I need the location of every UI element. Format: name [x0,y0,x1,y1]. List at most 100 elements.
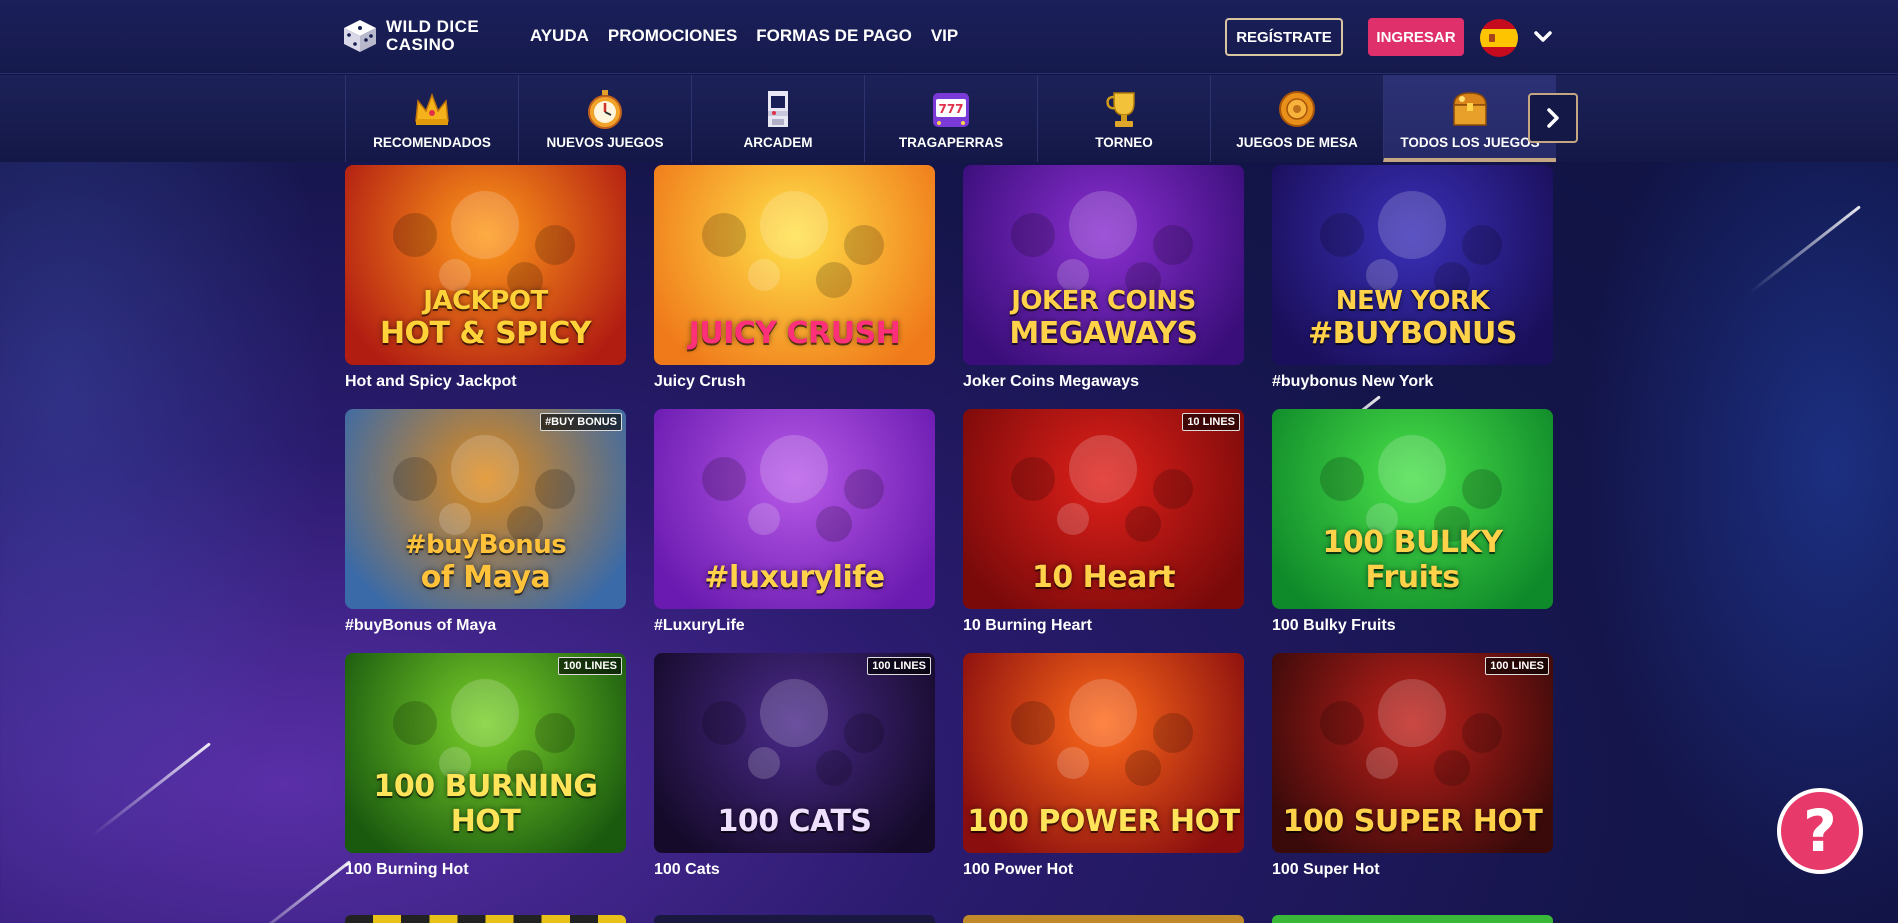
tab-torneo[interactable]: TORNEO [1037,75,1210,162]
game-art-title: #luxurylife [704,560,885,609]
game-thumbnail[interactable]: #buyBonus of Maya #BUY BONUS [345,409,626,609]
game-name[interactable]: 100 Bulky Fruits [1272,617,1553,637]
register-button[interactable]: REGÍSTRATE [1225,18,1343,56]
tab-label: NUEVOS JUEGOS [546,135,664,150]
game-art-title-line: MEGAWAYS [1009,316,1198,351]
game-name[interactable]: 10 Burning Heart [963,617,1244,637]
tab-label: RECOMENDADOS [373,135,491,150]
game-card[interactable]: 10 Heart 10 LINES 10 Burning Heart [963,409,1244,637]
trophy-icon [1106,92,1135,127]
tab-label: TRAGAPERRAS [898,135,1004,150]
game-grid: JACKPOT HOT & SPICY Hot and Spicy Jackpot J… [345,165,1553,881]
game-name[interactable]: 100 Super Hot [1272,861,1553,881]
game-thumbnail[interactable]: 100 POWER HOT [963,653,1244,853]
game-art-title-line: #buyBonus [404,530,567,560]
tab-nuevos-juegos[interactable]: NUEVOS JUEGOS [518,75,691,162]
logo-line1: WILD DICE [386,17,480,36]
game-art-title-line: 100 BURNING HOT [373,769,598,839]
game-card[interactable]: NEW YORK #BUYBONUS #buybonus New York [1272,165,1553,393]
game-art-title-line: 100 POWER HOT [967,804,1240,839]
game-art-title: 100 POWER HOT [967,804,1240,853]
logo-text: WILD DICE CASINO [386,18,479,54]
spain-flag-icon[interactable] [1480,19,1518,57]
game-name[interactable]: 100 Burning Hot [345,861,626,881]
game-art-title: 100 BURNING HOT [345,769,626,853]
top-header: WILD DICE CASINO AYUDA PROMOCIONES FORMA… [0,0,1898,74]
game-thumbnail-partial[interactable] [654,915,935,923]
help-button[interactable]: ? [1777,788,1863,874]
game-art-title: 100 CATS [717,804,872,853]
game-thumbnail[interactable]: 100 CATS 100 LINES [654,653,935,853]
treasure-chest-icon [1453,92,1487,126]
tab-label: ARCADEM [743,135,813,150]
game-art-title-line: of Maya [420,560,551,595]
game-card[interactable]: 100 POWER HOT 100 Power Hot [963,653,1244,881]
game-thumbnail[interactable]: #luxurylife [654,409,935,609]
game-art-title: NEW YORK #BUYBONUS [1307,286,1518,365]
game-name[interactable]: Hot and Spicy Jackpot [345,373,626,393]
stopwatch-icon [588,90,622,129]
logo[interactable]: WILD DICE CASINO [342,18,479,54]
category-bar: RECOMENDADOS NUEVOS JUEGOS ARCADEM 777 T… [0,75,1898,162]
game-badge: 100 LINES [1485,657,1549,675]
game-card[interactable]: JACKPOT HOT & SPICY Hot and Spicy Jackpot [345,165,626,393]
nav-ayuda[interactable]: AYUDA [530,26,589,46]
game-thumbnail[interactable]: 100 BURNING HOT 100 LINES [345,653,626,853]
game-badge: 100 LINES [558,657,622,675]
game-name[interactable]: 100 Power Hot [963,861,1244,881]
flag-emblem [1489,34,1495,42]
tab-juegos-de-mesa[interactable]: JUEGOS DE MESA [1210,75,1383,162]
slot-machine-icon: 777 [933,93,969,127]
tab-arcadem[interactable]: ARCADEM [691,75,864,162]
game-art-title-line: HOT & SPICY [379,316,592,351]
next-row-partial [345,915,1553,923]
login-button[interactable]: INGRESAR [1368,18,1464,56]
game-name[interactable]: #buybonus New York [1272,373,1553,393]
game-thumbnail[interactable]: 100 BULKY Fruits [1272,409,1553,609]
game-thumbnail-partial[interactable] [345,915,626,923]
game-thumbnail[interactable]: JACKPOT HOT & SPICY [345,165,626,365]
game-card[interactable]: 100 BURNING HOT 100 LINES 100 Burning Hot [345,653,626,881]
chevron-right-icon [1547,108,1559,128]
game-thumbnail[interactable]: NEW YORK #BUYBONUS [1272,165,1553,365]
game-card[interactable]: #buyBonus of Maya #BUY BONUS #buyBonus of M… [345,409,626,637]
game-badge: 100 LINES [867,657,931,675]
game-card[interactable]: 100 SUPER HOT 100 LINES 100 Super Hot [1272,653,1553,881]
game-thumbnail[interactable]: 100 SUPER HOT 100 LINES [1272,653,1553,853]
game-name[interactable]: Juicy Crush [654,373,935,393]
game-thumbnail[interactable]: JOKER COINS MEGAWAYS [963,165,1244,365]
game-art-title: #buyBonus of Maya [405,530,567,609]
game-name[interactable]: #buyBonus of Maya [345,617,626,637]
game-art-title-line: 100 BULKY Fruits [1322,525,1503,595]
game-art-title-line: #BUYBONUS [1307,316,1518,351]
category-tabs: RECOMENDADOS NUEVOS JUEGOS ARCADEM 777 T… [345,75,1556,162]
game-art-title-line: JACKPOT [423,286,548,316]
game-badge: 10 LINES [1182,413,1240,431]
game-thumbnail-partial[interactable] [1272,915,1553,923]
game-card[interactable]: JOKER COINS MEGAWAYS Joker Coins Megaways [963,165,1244,393]
chevron-down-icon[interactable] [1532,28,1554,44]
background-glow-left [0,160,330,920]
nav-vip[interactable]: VIP [931,26,958,46]
game-card[interactable]: JUICY CRUSH Juicy Crush [654,165,935,393]
nav-promociones[interactable]: PROMOCIONES [608,26,737,46]
game-name[interactable]: 100 Cats [654,861,935,881]
tab-recomendados[interactable]: RECOMENDADOS [345,75,518,162]
game-card[interactable]: #luxurylife #LuxuryLife [654,409,935,637]
game-name[interactable]: Joker Coins Megaways [963,373,1244,393]
category-next-button[interactable] [1528,93,1578,143]
game-card[interactable]: 100 CATS 100 LINES 100 Cats [654,653,935,881]
game-art-title-line: JUICY CRUSH [688,316,901,351]
game-thumbnail[interactable]: JUICY CRUSH [654,165,935,365]
game-card[interactable]: 100 BULKY Fruits 100 Bulky Fruits [1272,409,1553,637]
game-thumbnail-partial[interactable] [963,915,1244,923]
tab-label: TORNEO [1095,135,1153,150]
tab-label: TODOS LOS JUEGOS [1400,135,1540,150]
game-name[interactable]: #LuxuryLife [654,617,935,637]
crown-icon [415,92,449,125]
logo-line2: CASINO [386,35,456,54]
game-thumbnail[interactable]: 10 Heart 10 LINES [963,409,1244,609]
nav-formas-de-pago[interactable]: FORMAS DE PAGO [756,26,912,46]
tab-tragaperras[interactable]: 777 TRAGAPERRAS [864,75,1037,162]
game-art-title-line: JOKER COINS [1011,286,1196,316]
